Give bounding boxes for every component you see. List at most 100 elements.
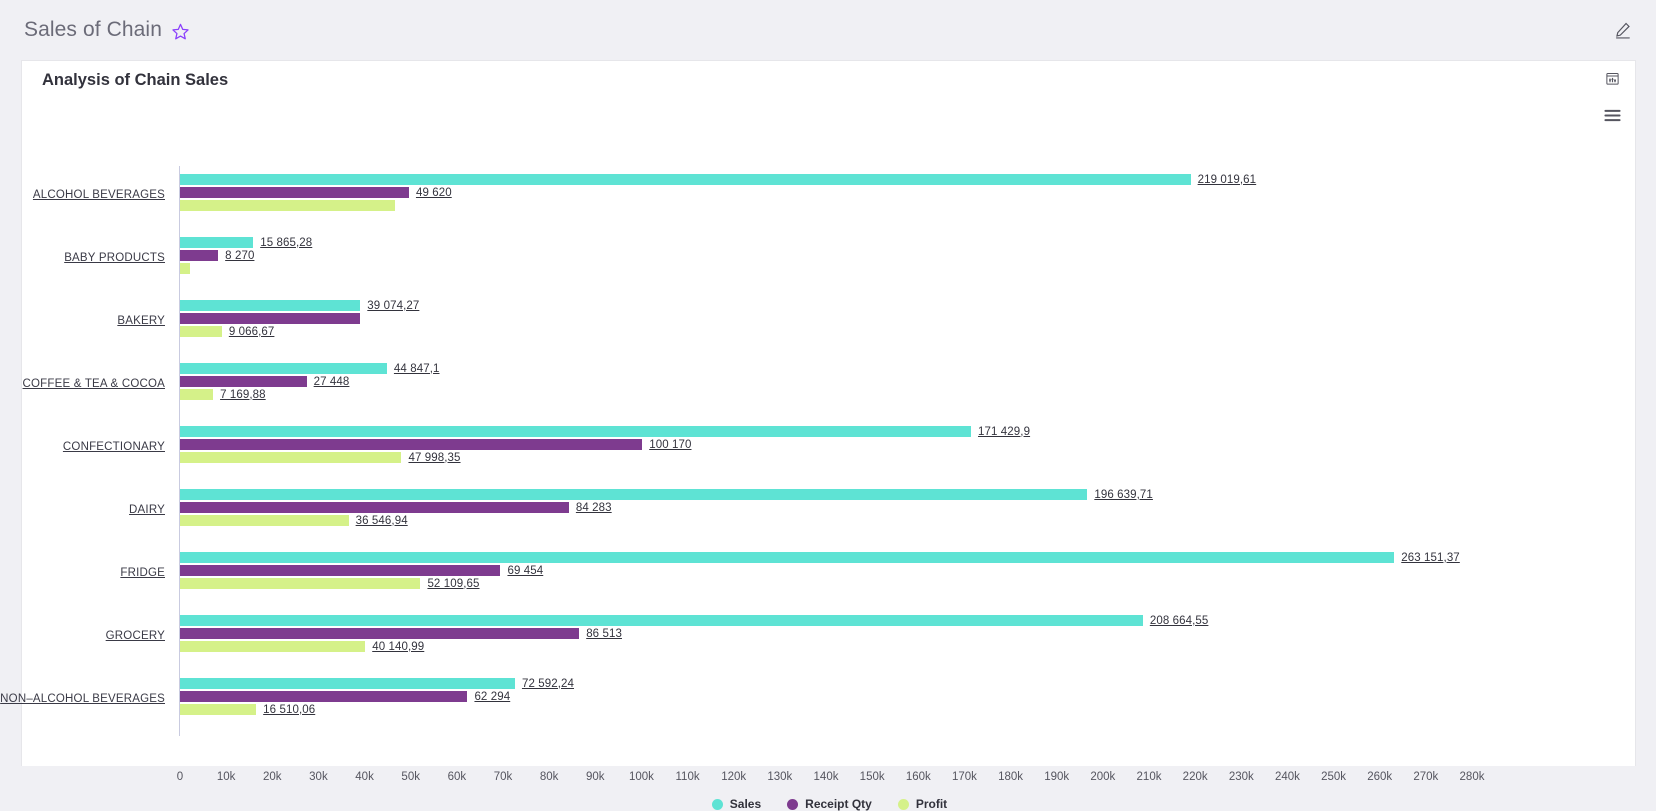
bar-profit[interactable] — [180, 263, 190, 274]
bar-row: 8 270 — [180, 250, 254, 261]
bar-receipt-qty[interactable] — [180, 628, 579, 639]
bar-row: 263 151,37 — [180, 552, 1460, 563]
star-icon[interactable] — [171, 22, 190, 41]
x-axis-tick: 80k — [540, 771, 559, 783]
bar-value-label[interactable]: 263 151,37 — [1401, 552, 1460, 564]
bar-value-label[interactable]: 49 620 — [416, 187, 452, 199]
bar-receipt-qty[interactable] — [180, 313, 360, 324]
category-label[interactable]: FRIDGE — [120, 567, 165, 579]
bar-profit[interactable] — [180, 578, 420, 589]
bar-chart: ALCOHOL BEVERAGES 219 019,61 49 620 BABY PR… — [22, 109, 1637, 767]
legend-label: Profit — [916, 797, 947, 811]
bar-sales[interactable] — [180, 426, 971, 437]
bar-value-label[interactable]: 86 513 — [586, 628, 622, 640]
bar-value-label[interactable]: 69 454 — [507, 565, 543, 577]
bar-row: 196 639,71 — [180, 489, 1153, 500]
bar-row: 44 847,1 — [180, 363, 440, 374]
x-axis-tick: 50k — [401, 771, 420, 783]
bar-value-label[interactable]: 8 270 — [225, 250, 254, 262]
category-label[interactable]: NON–ALCOHOL BEVERAGES — [0, 693, 165, 705]
bar-profit[interactable] — [180, 704, 256, 715]
bar-sales[interactable] — [180, 363, 387, 374]
bar-sales[interactable] — [180, 552, 1394, 563]
bar-profit[interactable] — [180, 326, 222, 337]
bar-value-label[interactable]: 44 847,1 — [394, 363, 440, 375]
bar-value-label[interactable]: 36 546,94 — [356, 515, 408, 527]
bar-sales[interactable] — [180, 489, 1087, 500]
x-axis-tick: 20k — [263, 771, 282, 783]
bar-value-label[interactable]: 39 074,27 — [367, 300, 419, 312]
x-axis-tick: 220k — [1183, 771, 1208, 783]
legend-color-swatch — [898, 799, 909, 810]
bar-value-label[interactable]: 100 170 — [649, 439, 691, 451]
chart-settings-icon[interactable] — [1605, 71, 1620, 86]
bar-profit[interactable] — [180, 641, 365, 652]
bar-value-label[interactable]: 7 169,88 — [220, 389, 266, 401]
bar-value-label[interactable]: 62 294 — [474, 691, 510, 703]
bar-value-label[interactable]: 84 283 — [576, 502, 612, 514]
pencil-edit-icon[interactable] — [1613, 21, 1632, 40]
bar-row: 100 170 — [180, 439, 691, 450]
category-label[interactable]: CONFECTIONARY — [63, 441, 165, 453]
category-label[interactable]: BABY PRODUCTS — [64, 252, 165, 264]
bar-value-label[interactable]: 9 066,67 — [229, 326, 275, 338]
x-axis-tick: 140k — [814, 771, 839, 783]
category-group: ALCOHOL BEVERAGES219 019,6149 620 — [179, 174, 1471, 216]
bar-sales[interactable] — [180, 174, 1191, 185]
bar-row: 208 664,55 — [180, 615, 1208, 626]
bar-receipt-qty[interactable] — [180, 376, 307, 387]
bar-value-label[interactable]: 15 865,28 — [260, 237, 312, 249]
bar-value-label[interactable]: 40 140,99 — [372, 641, 424, 653]
category-label[interactable]: ALCOHOL BEVERAGES — [33, 189, 165, 201]
category-label[interactable]: COFFEE & TEA & COCOA — [23, 378, 165, 390]
x-axis-tick: 30k — [309, 771, 328, 783]
x-axis-tick: 10k — [217, 771, 236, 783]
bar-value-label[interactable]: 72 592,24 — [522, 678, 574, 690]
bar-profit[interactable] — [180, 452, 401, 463]
x-axis-tick: 90k — [586, 771, 605, 783]
bar-profit[interactable] — [180, 200, 395, 211]
bar-sales[interactable] — [180, 300, 360, 311]
category-label[interactable]: GROCERY — [106, 630, 165, 642]
category-label[interactable]: DAIRY — [129, 504, 165, 516]
x-axis-tick: 210k — [1137, 771, 1162, 783]
legend-item-receipt-qty[interactable]: Receipt Qty — [787, 797, 872, 811]
bar-sales[interactable] — [180, 678, 515, 689]
bar-row — [180, 200, 395, 211]
legend-item-profit[interactable]: Profit — [898, 797, 947, 811]
x-axis-tick: 70k — [494, 771, 513, 783]
bar-profit[interactable] — [180, 389, 213, 400]
legend-item-sales[interactable]: Sales — [712, 797, 761, 811]
category-group: BABY PRODUCTS15 865,288 270 — [179, 237, 1471, 279]
bar-receipt-qty[interactable] — [180, 439, 642, 450]
bar-row: 72 592,24 — [180, 678, 574, 689]
bar-profit[interactable] — [180, 515, 349, 526]
x-axis-tick: 40k — [355, 771, 374, 783]
bar-value-label[interactable]: 27 448 — [314, 376, 350, 388]
category-group: BAKERY39 074,279 066,67 — [179, 300, 1471, 342]
bar-value-label[interactable]: 171 429,9 — [978, 426, 1030, 438]
bar-value-label[interactable]: 196 639,71 — [1094, 489, 1153, 501]
bar-row: 36 546,94 — [180, 515, 408, 526]
bar-value-label[interactable]: 52 109,65 — [427, 578, 479, 590]
bar-sales[interactable] — [180, 237, 253, 248]
legend-label: Receipt Qty — [805, 797, 872, 811]
category-group: FRIDGE263 151,3769 45452 109,65 — [179, 552, 1471, 594]
bar-receipt-qty[interactable] — [180, 250, 218, 261]
bar-receipt-qty[interactable] — [180, 187, 409, 198]
bar-row: 84 283 — [180, 502, 612, 513]
bar-value-label[interactable]: 47 998,35 — [408, 452, 460, 464]
bar-row: 49 620 — [180, 187, 452, 198]
bar-value-label[interactable]: 16 510,06 — [263, 704, 315, 716]
category-label[interactable]: BAKERY — [117, 315, 165, 327]
app-bar: Sales of Chain — [0, 0, 1656, 60]
plot-area: ALCOHOL BEVERAGES219 019,6149 620BABY PR… — [179, 166, 1571, 721]
bar-value-label[interactable]: 219 019,61 — [1198, 174, 1257, 186]
bar-receipt-qty[interactable] — [180, 565, 500, 576]
bar-row: 62 294 — [180, 691, 510, 702]
bar-row: 9 066,67 — [180, 326, 274, 337]
bar-sales[interactable] — [180, 615, 1143, 626]
bar-value-label[interactable]: 208 664,55 — [1150, 615, 1209, 627]
bar-receipt-qty[interactable] — [180, 691, 467, 702]
bar-receipt-qty[interactable] — [180, 502, 569, 513]
